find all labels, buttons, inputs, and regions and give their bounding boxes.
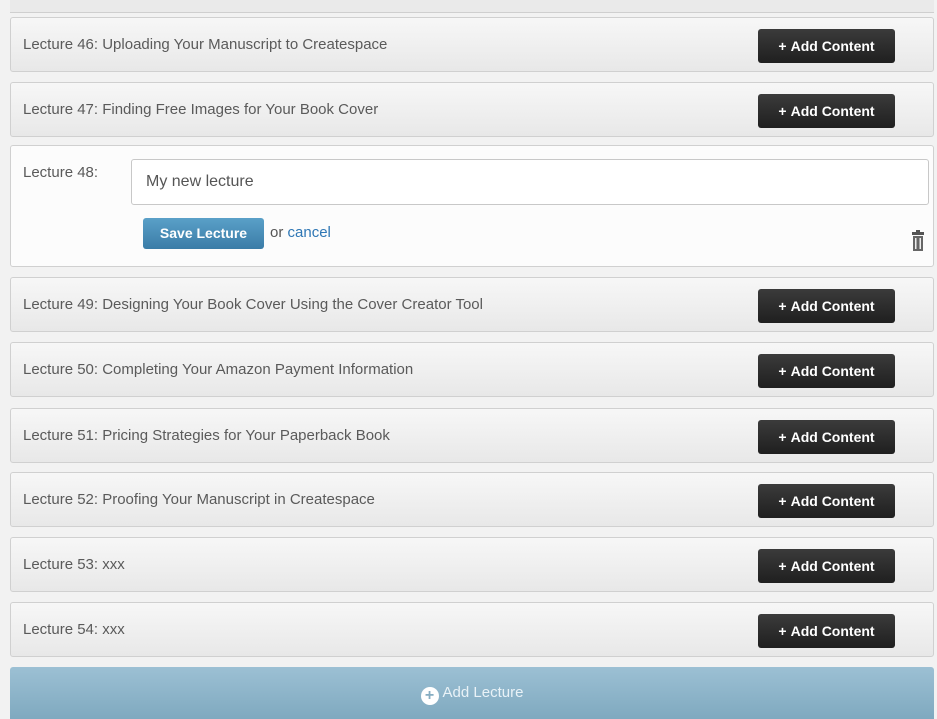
add-content-button[interactable]: + Add Content (758, 484, 895, 518)
curriculum-editor: Lecture 46: Uploading Your Manuscript to… (0, 0, 937, 719)
cancel-link[interactable]: cancel (288, 224, 331, 241)
add-content-label: Add Content (790, 558, 875, 574)
plus-icon: + (778, 558, 787, 574)
add-content-label: Add Content (790, 623, 875, 639)
lecture-row[interactable]: Lecture 46: Uploading Your Manuscript to… (10, 17, 934, 72)
lecture-row[interactable]: Lecture 52: Proofing Your Manuscript in … (10, 472, 934, 527)
new-lecture-editor: Lecture 48: Save Lecture or cancel (10, 145, 934, 267)
lecture-title: Lecture 53: xxx (23, 556, 125, 573)
lecture-row[interactable]: Lecture 50: Completing Your Amazon Payme… (10, 342, 934, 397)
save-lecture-button[interactable]: Save Lecture (143, 218, 264, 249)
add-content-button[interactable]: + Add Content (758, 94, 895, 128)
add-content-label: Add Content (790, 493, 875, 509)
lecture-row[interactable]: Lecture 47: Finding Free Images for Your… (10, 82, 934, 137)
plus-icon: + (778, 103, 787, 119)
add-content-button[interactable]: + Add Content (758, 614, 895, 648)
lecture-row[interactable]: Lecture 49: Designing Your Book Cover Us… (10, 277, 934, 332)
plus-icon: + (778, 363, 787, 379)
lecture-title: Lecture 46: Uploading Your Manuscript to… (23, 36, 388, 53)
lecture-title: Lecture 50: Completing Your Amazon Payme… (23, 361, 414, 378)
plus-icon: + (778, 623, 787, 639)
lecture-row[interactable]: Lecture 53: xxx + Add Content (10, 537, 934, 592)
plus-icon: + (778, 38, 787, 54)
previous-row-edge (10, 0, 934, 13)
add-content-button[interactable]: + Add Content (758, 29, 895, 63)
plus-circle-icon: + (420, 687, 439, 705)
lecture-title: Lecture 52: Proofing Your Manuscript in … (23, 491, 375, 508)
add-content-button[interactable]: + Add Content (758, 354, 895, 388)
add-lecture-label: Add Lecture (442, 684, 524, 701)
add-content-button[interactable]: + Add Content (758, 549, 895, 583)
add-content-label: Add Content (790, 363, 875, 379)
lecture-title: Lecture 47: Finding Free Images for Your… (23, 101, 379, 118)
lecture-title: Lecture 51: Pricing Strategies for Your … (23, 427, 390, 444)
lecture-row[interactable]: Lecture 51: Pricing Strategies for Your … (10, 408, 934, 463)
add-content-label: Add Content (790, 103, 875, 119)
trash-icon[interactable] (911, 230, 925, 252)
plus-icon: + (778, 298, 787, 314)
lecture-number-label: Lecture 48: (23, 164, 99, 181)
add-content-label: Add Content (790, 298, 875, 314)
lecture-title: Lecture 49: Designing Your Book Cover Us… (23, 296, 483, 313)
add-content-label: Add Content (790, 429, 875, 445)
or-cancel-text: or cancel (270, 224, 331, 241)
lecture-row[interactable]: Lecture 54: xxx + Add Content (10, 602, 934, 657)
lecture-title-input[interactable] (131, 159, 929, 205)
plus-icon: + (778, 429, 787, 445)
add-content-label: Add Content (790, 38, 875, 54)
add-lecture-button[interactable]: + Add Lecture (10, 667, 934, 719)
plus-icon: + (778, 493, 787, 509)
add-content-button[interactable]: + Add Content (758, 420, 895, 454)
or-label: or (270, 224, 284, 241)
lecture-title: Lecture 54: xxx (23, 621, 125, 638)
add-content-button[interactable]: + Add Content (758, 289, 895, 323)
